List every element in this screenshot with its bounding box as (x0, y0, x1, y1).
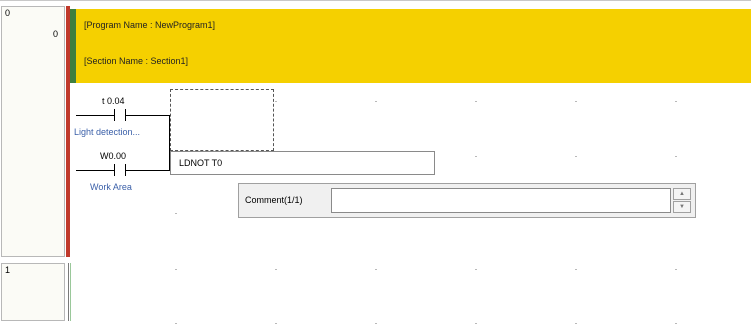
spin-down-icon[interactable]: ▼ (673, 201, 691, 213)
rung-wire (142, 115, 170, 116)
contact-t0-04[interactable]: t 0.04 Light detection... (74, 96, 174, 142)
section-name: [Section Name : Section1] (84, 56, 189, 66)
rung-1-marker (70, 263, 71, 321)
grid-dot (375, 101, 377, 102)
grid-dot (375, 269, 377, 270)
spin-up-icon[interactable]: ▲ (673, 188, 691, 200)
rung-gutter: 0 0 1 (0, 1, 66, 330)
grid-dot (475, 269, 477, 270)
grid-dot (475, 323, 477, 324)
grid-dot (175, 213, 177, 214)
rung-1-cell[interactable]: 1 (1, 263, 65, 321)
rung-0-cell[interactable]: 0 0 (1, 6, 65, 257)
contact-address: W0.00 (100, 151, 127, 161)
contact-w0-00[interactable]: W0.00 Work Area (80, 151, 174, 197)
contact-comment: Light detection... (74, 127, 141, 137)
branch-wire (142, 170, 170, 171)
rung-number: 0 (5, 8, 11, 18)
grid-dot (575, 269, 577, 270)
contact-comment: Work Area (90, 182, 132, 192)
program-header[interactable]: [Program Name : NewProgram1] [Section Na… (76, 9, 751, 83)
grid-dot (275, 101, 277, 102)
grid-dot (275, 269, 277, 270)
rung-wire (76, 115, 98, 116)
grid-dot (175, 323, 177, 324)
grid-dot (475, 101, 477, 102)
grid-dot (575, 156, 577, 157)
comment-input[interactable] (331, 188, 671, 213)
mnemonic-input[interactable] (170, 151, 435, 175)
grid-dot (675, 156, 677, 157)
cell-selection-cursor[interactable] (170, 89, 274, 151)
grid-dot (475, 156, 477, 157)
grid-dot (575, 323, 577, 324)
branch-wire (76, 170, 98, 171)
step-number: 0 (52, 29, 58, 39)
comment-spinner: ▲ ▼ (673, 188, 691, 213)
rung-number: 1 (5, 265, 11, 275)
grid-dot (675, 323, 677, 324)
no-contact-icon (98, 164, 142, 176)
ladder-editor[interactable]: 0 0 1 [Program Name : NewProgram1] [Sect… (0, 0, 751, 330)
left-power-bus-rung-1 (68, 263, 69, 321)
grid-dot (375, 323, 377, 324)
grid-dot (575, 101, 577, 102)
comment-popup: Comment(1/1) ▲ ▼ (238, 183, 696, 218)
grid-dot (675, 101, 677, 102)
program-name: [Program Name : NewProgram1] (84, 20, 216, 30)
no-contact-icon (98, 109, 142, 121)
comment-label: Comment(1/1) (245, 195, 303, 205)
grid-dot (675, 269, 677, 270)
grid-dot (175, 269, 177, 270)
grid-dot (275, 323, 277, 324)
contact-address: t 0.04 (102, 96, 125, 106)
